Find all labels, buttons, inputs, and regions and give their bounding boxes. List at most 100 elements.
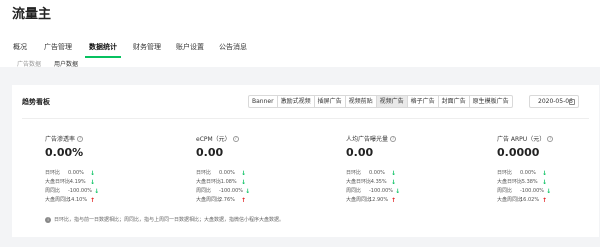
arrow-down-icon: ↓ — [241, 179, 247, 186]
stat-label: 周同比 — [497, 188, 513, 194]
metric-label: 广告 ARPU（元） — [497, 136, 546, 143]
stat-label: 日环比 — [196, 170, 212, 176]
stat-row: 周同比 -100.00% ↓ — [497, 187, 600, 196]
help-icon[interactable]: ? — [390, 135, 397, 142]
arrow-down-icon: ↓ — [542, 179, 548, 186]
arrow-down-icon: ↓ — [542, 170, 548, 177]
stat-value: 2.76% — [219, 197, 235, 203]
stat-label: 周同比 — [45, 188, 61, 194]
segment-grid-ad[interactable]: 格子广告 — [408, 96, 439, 107]
metric-label: eCPM（元） — [196, 136, 231, 143]
arrow-up-icon: ↑ — [542, 197, 548, 204]
stat-label: 大盘日环比 — [497, 179, 523, 185]
stat-value: 14.10% — [68, 197, 88, 203]
segment-banner[interactable]: Banner — [249, 96, 278, 107]
arrow-down-icon: ↓ — [94, 188, 100, 195]
stat-value: -100.00% — [369, 188, 394, 194]
ad-type-selector: Banner 激励式视频 插屏广告 视频前贴 视频广告 格子广告 封面广告 原生… — [248, 95, 513, 108]
arrow-down-icon: ↓ — [245, 188, 251, 195]
stat-label: 周同比 — [346, 188, 362, 194]
segment-native-template[interactable]: 原生模板广告 — [470, 96, 512, 107]
date-value: 2020-05-06 — [538, 98, 573, 105]
metric-ad-penetration: 广告渗透率 ? 0.00% 日环比 0.00% ↓ 大盘日环比 -4.19% ↓ 周同比… — [45, 134, 185, 205]
arrow-down-icon: ↓ — [241, 170, 247, 177]
stat-row: 日环比 0.00% ↓ — [497, 169, 600, 178]
stat-value: -100.00% — [68, 188, 93, 194]
metric-ad-exposure-per-user: 人均广告曝光量 ? 0.00 日环比 0.00% ↓ 大盘日环比 -4.35% ↓ 周同… — [346, 134, 486, 205]
nav-overview[interactable]: 概况 — [13, 40, 27, 58]
stat-row: 日环比 0.00% ↓ — [346, 169, 486, 178]
nav-ad-management[interactable]: 广告管理 — [44, 40, 72, 58]
stat-value: 12.90% — [369, 197, 389, 203]
stat-row: 大盘周同比 2.76% ↑ — [196, 196, 336, 205]
arrow-down-icon: ↓ — [391, 170, 397, 177]
subnav-user-data[interactable]: 用户数据 — [54, 59, 78, 68]
metric-value: 0.00% — [45, 146, 84, 159]
stat-value: 0.00% — [369, 170, 385, 176]
stat-value: -100.00% — [219, 188, 244, 194]
stat-value: -1.08% — [219, 179, 237, 185]
stat-row: 周同比 -100.00% ↓ — [45, 187, 185, 196]
panel-title: 趋势看板 — [22, 98, 50, 106]
stat-row: 大盘日环比 -1.08% ↓ — [196, 178, 336, 187]
header: 流量主 概况 广告管理 数据统计 财务管理 账户设置 公告消息 — [0, 0, 600, 67]
divider — [22, 118, 589, 119]
stat-row: 大盘周同比 16.02% ↑ — [497, 196, 600, 205]
stat-value: -100.00% — [520, 188, 545, 194]
stat-row: 大盘周同比 14.10% ↑ — [45, 196, 185, 205]
stat-value: 0.00% — [219, 170, 235, 176]
stat-row: 日环比 0.00% ↓ — [196, 169, 336, 178]
segment-video-ad[interactable]: 视频广告 — [376, 96, 408, 107]
calendar-icon — [569, 99, 575, 105]
nav-announcements[interactable]: 公告消息 — [219, 40, 247, 58]
date-picker[interactable]: 2020-05-06 — [529, 95, 579, 108]
arrow-up-icon: ↑ — [391, 197, 397, 204]
stat-value: -5.38% — [520, 179, 538, 185]
segment-rewarded-video[interactable]: 激励式视频 — [278, 96, 315, 107]
segment-interstitial[interactable]: 插屏广告 — [315, 96, 346, 107]
segment-cover-ad[interactable]: 封面广告 — [439, 96, 470, 107]
stat-row: 周同比 -100.00% ↓ — [346, 187, 486, 196]
footnote-text: 日环比，指与前一日数据相比；周同比，指与上周同一日数据相比；大盘数据，指微信小程… — [54, 217, 285, 223]
stat-value: 16.02% — [520, 197, 540, 203]
metric-ad-arpu: 广告 ARPU（元） ? 0.0000 日环比 0.00% ↓ 大盘日环比 -5.38… — [497, 134, 600, 205]
arrow-down-icon: ↓ — [546, 188, 552, 195]
stat-label: 大盘周同比 — [346, 197, 372, 203]
stat-label: 周同比 — [196, 188, 212, 194]
stat-label: 大盘周同比 — [497, 197, 523, 203]
stat-value: 0.00% — [68, 170, 84, 176]
stat-row: 大盘日环比 -4.35% ↓ — [346, 178, 486, 187]
nav-data-stats[interactable]: 数据统计 — [85, 40, 121, 58]
stat-label: 大盘周同比 — [196, 197, 222, 203]
info-icon: i — [45, 216, 51, 223]
stat-row: 大盘日环比 -5.38% ↓ — [497, 178, 600, 187]
app-title: 流量主 — [12, 7, 52, 22]
stat-label: 大盘日环比 — [346, 179, 372, 185]
arrow-up-icon: ↑ — [90, 197, 96, 204]
arrow-up-icon: ↑ — [241, 197, 247, 204]
stat-label: 日环比 — [497, 170, 513, 176]
segment-video-preroll[interactable]: 视频前贴 — [346, 96, 377, 107]
stat-label: 日环比 — [346, 170, 362, 176]
help-icon[interactable]: ? — [232, 135, 239, 142]
metric-value: 0.00 — [346, 146, 374, 159]
stat-label: 日环比 — [45, 170, 61, 176]
arrow-down-icon: ↓ — [90, 179, 96, 186]
arrow-down-icon: ↓ — [90, 170, 96, 177]
stat-label: 大盘周同比 — [45, 197, 71, 203]
stat-label: 大盘日环比 — [45, 179, 71, 185]
help-icon[interactable]: ? — [547, 135, 554, 142]
stat-row: 日环比 0.00% ↓ — [45, 169, 185, 178]
footnote: i 日环比，指与前一日数据相比；周同比，指与上周同一日数据相比；大盘数据，指微信… — [45, 216, 284, 223]
nav-finance[interactable]: 财务管理 — [133, 40, 161, 58]
stat-label: 大盘日环比 — [196, 179, 222, 185]
stat-row: 周同比 -100.00% ↓ — [196, 187, 336, 196]
arrow-down-icon: ↓ — [391, 179, 397, 186]
metric-value: 0.0000 — [497, 146, 540, 159]
trend-panel: 趋势看板 Banner 激励式视频 插屏广告 视频前贴 视频广告 格子广告 封面… — [12, 85, 599, 237]
subnav-ad-data[interactable]: 广告数据 — [17, 59, 41, 68]
metric-value: 0.00 — [196, 146, 224, 159]
nav-account-settings[interactable]: 账户设置 — [176, 40, 204, 58]
help-icon[interactable]: ? — [77, 135, 84, 142]
stat-value: -4.19% — [68, 179, 86, 185]
